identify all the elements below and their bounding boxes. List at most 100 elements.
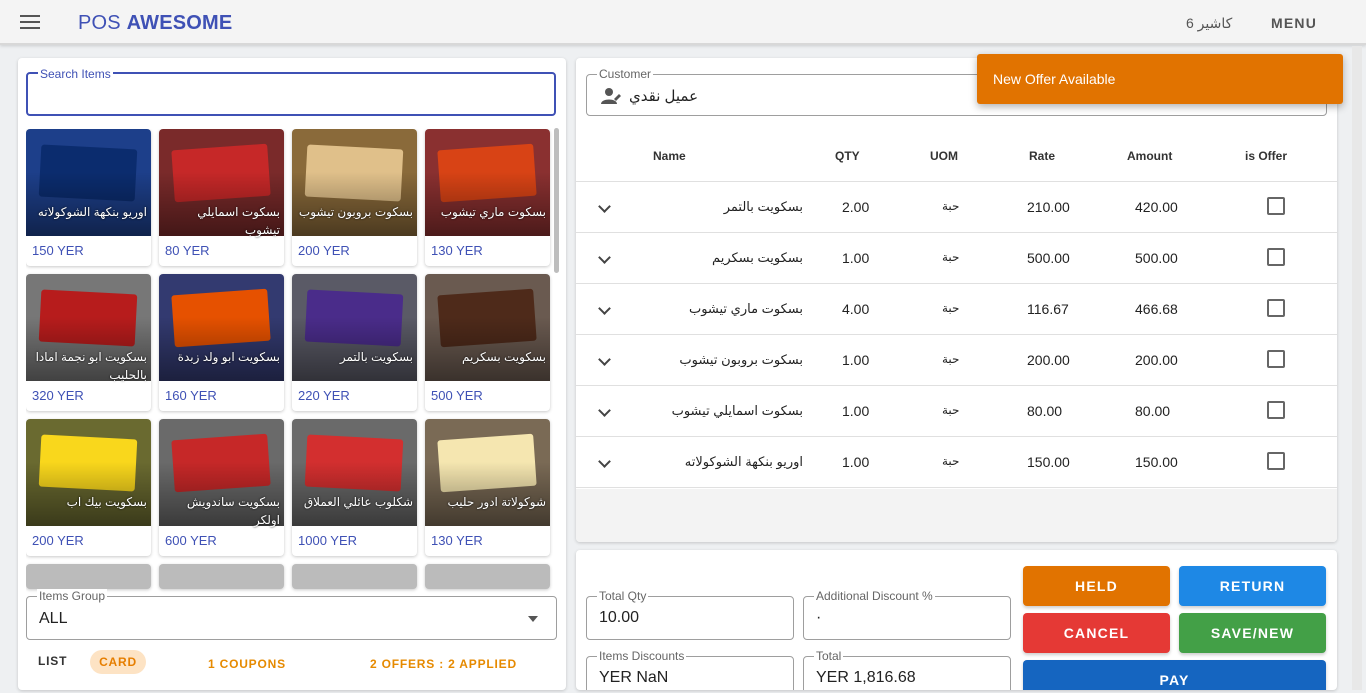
return-button[interactable]: RETURN — [1179, 566, 1326, 606]
item-card[interactable]: بسكوت بروبون تيشوب 200 YER — [292, 129, 417, 266]
item-card-partial[interactable] — [292, 564, 417, 589]
row-rate: 116.67 — [1027, 301, 1069, 317]
is-offer-checkbox[interactable] — [1267, 452, 1285, 470]
item-card[interactable]: بسكويت بالتمر 220 YER — [292, 274, 417, 411]
row-qty: 1.00 — [842, 250, 870, 266]
held-button[interactable]: HELD — [1023, 566, 1170, 606]
row-rate: 150.00 — [1027, 454, 1070, 470]
item-card-partial[interactable] — [425, 564, 550, 589]
items-discounts-field: Items Discounts YER NaN — [586, 649, 794, 690]
table-row[interactable]: بسكوت بروبون تيشوب 1.00 حبة 200.00 200.00 — [576, 335, 1337, 386]
pay-button[interactable]: PAY — [1023, 660, 1326, 690]
coupons-button[interactable]: 1 COUPONS — [208, 657, 286, 671]
item-card[interactable]: شكلوب عائلي العملاق 1000 YER — [292, 419, 417, 556]
col-name[interactable]: Name — [653, 149, 686, 163]
row-uom: حبة — [942, 454, 960, 468]
row-name: بسكوت بروبون تيشوب — [679, 352, 803, 367]
hamburger-menu-icon[interactable] — [20, 15, 40, 29]
table-row[interactable]: بسكويت بالتمر 2.00 حبة 210.00 420.00 — [576, 182, 1337, 233]
is-offer-checkbox[interactable] — [1267, 401, 1285, 419]
list-view-button[interactable]: LIST — [38, 654, 67, 668]
additional-discount-value: · — [816, 609, 822, 626]
caret-down-icon — [528, 616, 538, 622]
item-card[interactable]: بسكويت ابو ولد زبدة 160 YER — [159, 274, 284, 411]
row-qty: 2.00 — [842, 199, 870, 215]
table-row[interactable]: اوريو بنكهة الشوكولاته 1.00 حبة 150.00 150.0… — [576, 437, 1337, 488]
save-new-button[interactable]: SAVE/NEW — [1179, 613, 1326, 653]
chevron-down-icon[interactable] — [598, 251, 611, 264]
col-is-offer[interactable]: is Offer — [1245, 149, 1287, 163]
item-card[interactable]: بسكويت ابو نجمة امادا بالحليب 320 YER — [26, 274, 151, 411]
row-name: بسكوت ماري تيشوب — [688, 301, 803, 316]
item-card[interactable]: بسكوت اسمايلي تيشوب 80 YER — [159, 129, 284, 266]
menu-button[interactable]: MENU — [1271, 15, 1317, 31]
user-name: كاشير 6 — [1186, 15, 1233, 31]
chevron-down-icon[interactable] — [598, 404, 611, 417]
row-rate: 210.00 — [1027, 199, 1070, 215]
total-qty-label: Total Qty — [597, 589, 649, 603]
item-card[interactable]: شوكولاتة ادور حليب 130 YER — [425, 419, 550, 556]
page-scrollbar[interactable] — [1352, 46, 1362, 690]
item-price: 500 YER — [431, 388, 483, 403]
item-card[interactable]: اوريو بنكهة الشوكولاته 150 YER — [26, 129, 151, 266]
row-amount: 80.00 — [1135, 403, 1171, 419]
row-name: بسكوت اسمايلي تيشوب — [671, 403, 803, 418]
cancel-button[interactable]: CANCEL — [1023, 613, 1170, 653]
row-uom: حبة — [942, 352, 960, 366]
col-uom[interactable]: UOM — [930, 149, 958, 163]
chevron-down-icon[interactable] — [598, 353, 611, 366]
row-uom: حبة — [942, 199, 960, 213]
row-uom: حبة — [942, 403, 960, 417]
invoice-table: Name QTY UOM Rate Amount is Offer بسكويت… — [576, 130, 1337, 488]
table-row[interactable]: بسكويت بسكريم 1.00 حبة 500.00 500.00 — [576, 233, 1337, 284]
table-row[interactable]: بسكوت ماري تيشوب 4.00 حبة 116.67 466.68 — [576, 284, 1337, 335]
item-price: 200 YER — [32, 533, 84, 548]
row-qty: 1.00 — [842, 352, 870, 368]
items-discounts-value: YER NaN — [599, 669, 669, 686]
total-label: Total — [814, 649, 844, 663]
item-price: 320 YER — [32, 388, 84, 403]
chevron-down-icon[interactable] — [598, 455, 611, 468]
new-offer-toast[interactable]: New Offer Available — [977, 54, 1343, 104]
item-name: بسكويت ابو ولد زبدة — [177, 350, 280, 364]
row-amount: 466.68 — [1135, 301, 1178, 317]
is-offer-checkbox[interactable] — [1267, 299, 1285, 317]
items-scrollbar[interactable] — [554, 128, 559, 273]
is-offer-checkbox[interactable] — [1267, 248, 1285, 266]
row-rate: 200.00 — [1027, 352, 1070, 368]
chevron-down-icon[interactable] — [598, 302, 611, 315]
item-name: بسكويت بسكريم — [462, 350, 546, 364]
table-footer-area — [576, 489, 1337, 542]
total-value: YER 1,816.68 — [816, 669, 916, 686]
item-price: 160 YER — [165, 388, 217, 403]
table-header: Name QTY UOM Rate Amount is Offer — [576, 130, 1337, 182]
card-view-button[interactable]: CARD — [90, 650, 146, 674]
col-amount[interactable]: Amount — [1127, 149, 1172, 163]
row-qty: 1.00 — [842, 454, 870, 470]
table-row[interactable]: بسكوت اسمايلي تيشوب 1.00 حبة 80.00 80.00 — [576, 386, 1337, 437]
chevron-down-icon[interactable] — [598, 200, 611, 213]
app-bar: POS AWESOME كاشير 6 MENU — [0, 0, 1366, 45]
item-price: 150 YER — [32, 243, 84, 258]
additional-discount-field[interactable]: Additional Discount % · — [803, 589, 1011, 640]
offers-button[interactable]: 2 OFFERS : 2 APPLIED — [370, 657, 517, 671]
item-card[interactable]: بسكويت ساندويش اولكر 600 YER — [159, 419, 284, 556]
app-title-bold: AWESOME — [126, 12, 233, 34]
row-amount: 200.00 — [1135, 352, 1178, 368]
item-card[interactable]: بسكويت بسكريم 500 YER — [425, 274, 550, 411]
col-rate[interactable]: Rate — [1029, 149, 1055, 163]
is-offer-checkbox[interactable] — [1267, 350, 1285, 368]
item-price: 80 YER — [165, 243, 210, 258]
item-card[interactable]: بسكوت ماري تيشوب 130 YER — [425, 129, 550, 266]
invoice-panel: Customer عميل نقدي Name QTY UOM Rate Amo… — [576, 58, 1337, 542]
items-group-value: ALL — [39, 610, 68, 627]
item-card[interactable]: بسكويت بيك اب 200 YER — [26, 419, 151, 556]
items-panel: Search Items اوريو بنكهة الشوكولاته 150 Y… — [18, 58, 566, 690]
col-qty[interactable]: QTY — [835, 149, 860, 163]
items-group-select[interactable]: Items Group ALL — [26, 589, 557, 640]
is-offer-checkbox[interactable] — [1267, 197, 1285, 215]
row-uom: حبة — [942, 301, 960, 315]
item-price: 600 YER — [165, 533, 217, 548]
item-card-partial[interactable] — [26, 564, 151, 589]
item-card-partial[interactable] — [159, 564, 284, 589]
